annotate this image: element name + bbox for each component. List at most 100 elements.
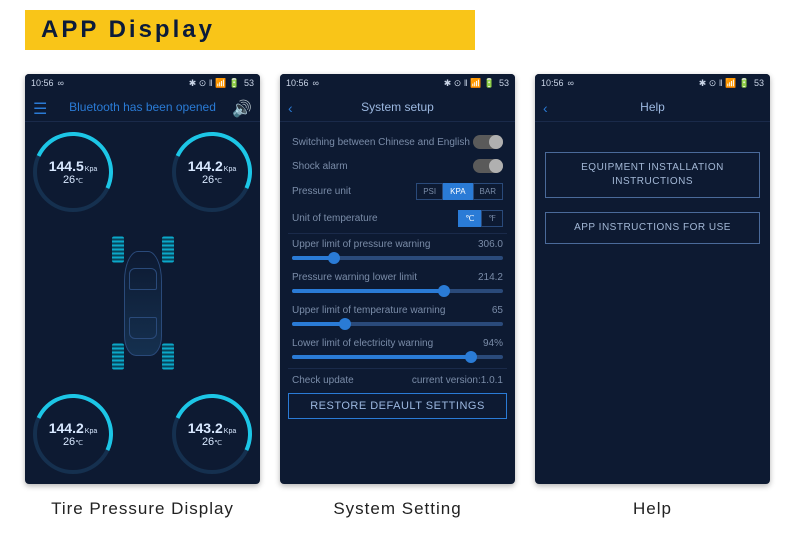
section-banner: APP Display (25, 10, 475, 50)
slider-label: Upper limit of temperature warning (292, 305, 445, 316)
setting-row-shock: Shock alarm (288, 154, 507, 178)
temp-value: 26 (63, 436, 75, 448)
phone-2-caption: System Setting (333, 498, 461, 520)
app-header: ‹ System setup (280, 92, 515, 122)
status-bar: 10:56 ∞ ✱ ⊙ ‖ 📶 🔋 53 (535, 74, 770, 92)
header-title: Help (640, 100, 665, 114)
slider-upper-pressure: Upper limit of pressure warning 306.0 (288, 235, 507, 268)
slider-track[interactable] (292, 289, 503, 293)
tire-display: 144.5Kpa 26℃ 144.2Kpa 26℃ 144.2Kpa 26℃ (25, 122, 260, 484)
header-title: Bluetooth has been opened (69, 100, 216, 114)
phone-1-column: 10:56 ∞ ✱ ⊙ ‖ 📶 🔋 53 ☰ Bluetooth has bee… (25, 74, 260, 520)
seg-fahrenheit[interactable]: ℉ (481, 210, 503, 227)
segment-temp-unit: ℃ ℉ (458, 210, 503, 227)
car-body-shape (124, 251, 162, 356)
version-text: current version:1.0.1 (412, 375, 503, 386)
temp-unit: ℃ (75, 440, 83, 447)
setting-label: Pressure unit (292, 186, 351, 197)
status-link-icon: ∞ (58, 78, 64, 88)
status-time: 10:56 (31, 78, 54, 88)
status-icons: ✱ ⊙ ‖ 📶 🔋 (444, 78, 495, 89)
segment-pressure-unit: PSI KPA BAR (416, 183, 503, 200)
status-icons: ✱ ⊙ ‖ 📶 🔋 (189, 78, 240, 89)
status-time: 10:56 (541, 78, 564, 88)
setting-row-check-update[interactable]: Check update current version:1.0.1 (288, 370, 507, 391)
temp-value: 26 (202, 174, 214, 186)
restore-defaults-button[interactable]: RESTORE DEFAULT SETTINGS (288, 393, 507, 419)
equipment-instructions-button[interactable]: EQUIPMENT INSTALLATION INSTRUCTIONS (545, 152, 760, 198)
app-header: ‹ Help (535, 92, 770, 122)
slider-lower-pressure: Pressure warning lower limit 214.2 (288, 268, 507, 301)
slider-track[interactable] (292, 256, 503, 260)
phone-3-column: 10:56 ∞ ✱ ⊙ ‖ 📶 🔋 53 ‹ Help EQUIPMENT IN… (535, 74, 770, 520)
wheel-icon (112, 344, 124, 370)
help-body: EQUIPMENT INSTALLATION INSTRUCTIONS APP … (535, 122, 770, 484)
toggle-shock[interactable] (473, 159, 503, 173)
phone-3: 10:56 ∞ ✱ ⊙ ‖ 📶 🔋 53 ‹ Help EQUIPMENT IN… (535, 74, 770, 484)
banner-title: APP Display (41, 16, 215, 43)
car-illustration (108, 231, 178, 376)
status-battery: 53 (499, 78, 509, 88)
slider-value: 214.2 (478, 272, 503, 283)
header-title: System setup (361, 100, 434, 114)
pressure-unit: Kpa (224, 166, 236, 173)
status-icons: ✱ ⊙ ‖ 📶 🔋 (699, 78, 750, 89)
phone-1: 10:56 ∞ ✱ ⊙ ‖ 📶 🔋 53 ☰ Bluetooth has bee… (25, 74, 260, 484)
slider-value: 94% (483, 338, 503, 349)
phone-2: 10:56 ∞ ✱ ⊙ ‖ 📶 🔋 53 ‹ System setup Swit… (280, 74, 515, 484)
setting-row-language: Switching between Chinese and English (288, 130, 507, 154)
tire-gauge-front-left: 144.5Kpa 26℃ (33, 132, 113, 212)
slider-label: Upper limit of pressure warning (292, 239, 430, 250)
status-bar: 10:56 ∞ ✱ ⊙ ‖ 📶 🔋 53 (280, 74, 515, 92)
toggle-language[interactable] (473, 135, 503, 149)
check-update-label: Check update (292, 375, 354, 386)
app-header: ☰ Bluetooth has been opened 🔊 (25, 92, 260, 122)
status-link-icon: ∞ (568, 78, 574, 88)
setting-row-temp-unit: Unit of temperature ℃ ℉ (288, 205, 507, 232)
seg-celsius[interactable]: ℃ (458, 210, 481, 227)
setting-label: Shock alarm (292, 161, 348, 172)
slider-label: Pressure warning lower limit (292, 272, 417, 283)
wheel-icon (162, 344, 174, 370)
phone-2-column: 10:56 ∞ ✱ ⊙ ‖ 📶 🔋 53 ‹ System setup Swit… (280, 74, 515, 520)
pressure-value: 144.2 (188, 158, 223, 174)
slider-track[interactable] (292, 355, 503, 359)
temp-value: 26 (63, 174, 75, 186)
status-battery: 53 (754, 78, 764, 88)
pressure-unit: Kpa (85, 166, 97, 173)
setting-label: Unit of temperature (292, 213, 378, 224)
pressure-value: 144.5 (49, 158, 84, 174)
slider-upper-temp: Upper limit of temperature warning 65 (288, 301, 507, 334)
back-icon[interactable]: ‹ (288, 100, 293, 116)
status-bar: 10:56 ∞ ✱ ⊙ ‖ 📶 🔋 53 (25, 74, 260, 92)
setting-row-pressure-unit: Pressure unit PSI KPA BAR (288, 178, 507, 205)
pressure-unit: Kpa (224, 428, 236, 435)
status-battery: 53 (244, 78, 254, 88)
seg-psi[interactable]: PSI (416, 183, 443, 200)
phone-1-caption: Tire Pressure Display (51, 498, 234, 520)
temp-unit: ℃ (214, 440, 222, 447)
pressure-value: 143.2 (188, 420, 223, 436)
back-icon[interactable]: ‹ (543, 100, 548, 116)
settings-body: Switching between Chinese and English Sh… (280, 122, 515, 484)
temp-unit: ℃ (75, 178, 83, 185)
temp-unit: ℃ (214, 178, 222, 185)
tire-gauge-front-right: 144.2Kpa 26℃ (172, 132, 252, 212)
pressure-value: 144.2 (49, 420, 84, 436)
seg-bar[interactable]: BAR (473, 183, 503, 200)
setting-label: Switching between Chinese and English (292, 137, 470, 148)
menu-icon[interactable]: ☰ (33, 99, 47, 119)
slider-label: Lower limit of electricity warning (292, 338, 433, 349)
seg-kpa[interactable]: KPA (443, 183, 472, 200)
wheel-icon (162, 237, 174, 263)
slider-lower-electricity: Lower limit of electricity warning 94% (288, 334, 507, 367)
phone-screenshots-row: 10:56 ∞ ✱ ⊙ ‖ 📶 🔋 53 ☰ Bluetooth has bee… (25, 74, 775, 520)
temp-value: 26 (202, 436, 214, 448)
phone-3-caption: Help (633, 498, 672, 520)
sound-icon[interactable]: 🔊 (232, 99, 252, 119)
slider-track[interactable] (292, 322, 503, 326)
pressure-unit: Kpa (85, 428, 97, 435)
wheel-icon (112, 237, 124, 263)
status-time: 10:56 (286, 78, 309, 88)
app-instructions-button[interactable]: APP INSTRUCTIONS FOR USE (545, 212, 760, 244)
